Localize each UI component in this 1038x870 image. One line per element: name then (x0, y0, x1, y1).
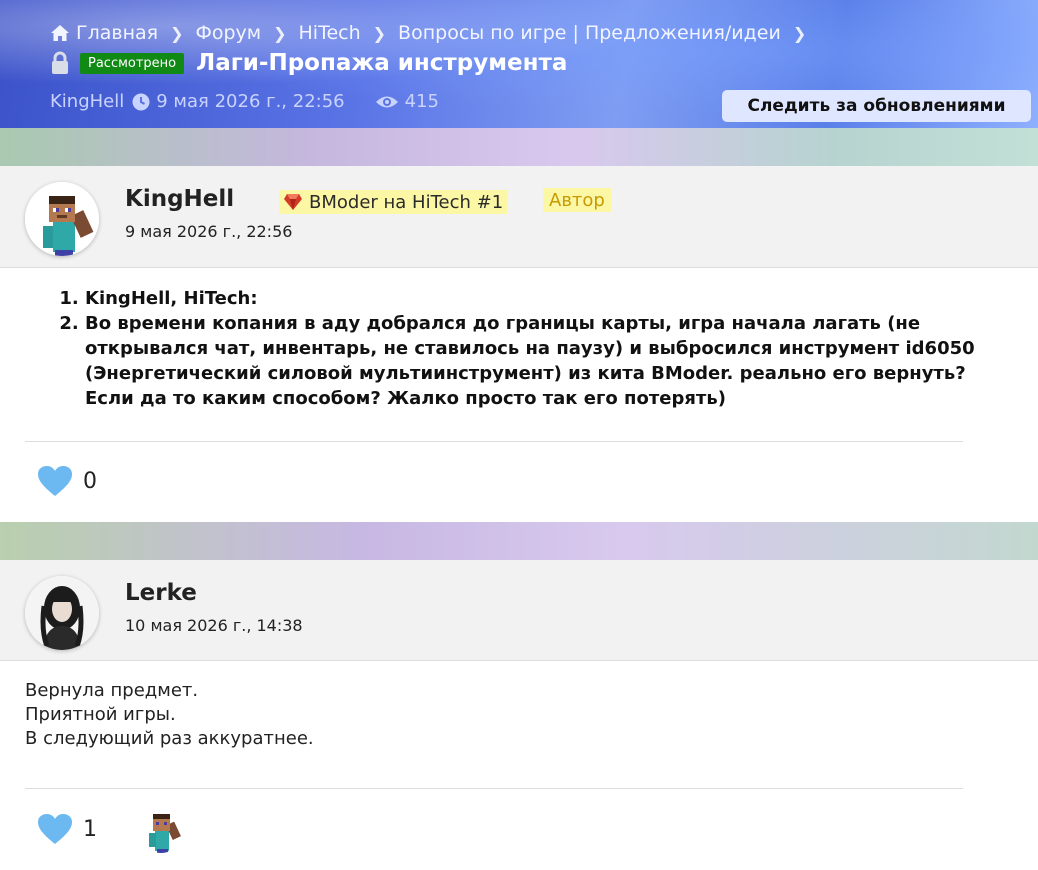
post-header: KingHell BModer на HiTech #1 Автор 9 мая… (0, 166, 1038, 268)
post-text-line: Приятной игры. (25, 704, 176, 725)
rank-badge: BModer на HiTech #1 (279, 190, 508, 214)
page-title: Лаги-Пропажа инструмента (196, 50, 568, 76)
breadcrumb-label: Вопросы по игре | Предложения/идеи (398, 22, 781, 44)
post-date: 9 мая 2026 г., 22:56 (125, 222, 293, 241)
like-row: 0 (37, 465, 97, 497)
post-header: Lerke 10 мая 2026 г., 14:38 (0, 560, 1038, 661)
chevron-right-icon: ❯ (170, 23, 184, 43)
minecraft-steve-avatar-icon (137, 805, 185, 853)
heart-icon[interactable] (37, 813, 73, 845)
thread-author[interactable]: KingHell (50, 91, 124, 112)
thread-date: 9 мая 2026 г., 22:56 (156, 91, 345, 112)
home-icon (51, 25, 69, 41)
follow-button[interactable]: Следить за обновлениями (722, 90, 1031, 122)
eye-icon (375, 96, 398, 107)
rank-label: BModer на HiTech #1 (309, 191, 504, 213)
divider (25, 788, 963, 789)
like-row: 1 (37, 805, 185, 853)
chevron-right-icon: ❯ (273, 23, 287, 43)
status-badge: Рассмотрено (80, 52, 185, 74)
clock-icon (132, 93, 150, 110)
heart-icon[interactable] (37, 465, 73, 497)
post-date: 10 мая 2026 г., 14:38 (125, 616, 303, 635)
gem-icon (284, 194, 302, 210)
like-count: 0 (83, 468, 97, 494)
breadcrumb-section[interactable]: Вопросы по игре | Предложения/идеи ❯ (398, 22, 818, 44)
breadcrumb-home[interactable]: Главная ❯ (50, 22, 195, 44)
post: Lerke 10 мая 2026 г., 14:38 Вернула пред… (0, 560, 1038, 870)
like-count: 1 (83, 816, 97, 842)
post-text-line: Вернула предмет. (25, 680, 199, 701)
post-body: Вернула предмет. Приятной игры. В следую… (0, 661, 1038, 751)
post-text-line: В следующий раз аккуратнее. (25, 728, 314, 749)
avatar[interactable] (25, 576, 99, 650)
title-row: Рассмотрено Лаги-Пропажа инструмента (50, 50, 567, 76)
breadcrumb-label: HiTech (298, 22, 361, 44)
liker-avatar[interactable] (137, 805, 185, 853)
minecraft-steve-avatar-icon (25, 182, 99, 256)
chevron-right-icon: ❯ (792, 23, 807, 43)
breadcrumb: Главная ❯ Форум ❯ HiTech ❯ Вопросы по иг… (50, 22, 818, 44)
thread-header: Главная ❯ Форум ❯ HiTech ❯ Вопросы по иг… (0, 0, 1038, 130)
post-body: KingHell, HiTech: Во времени копания в а… (0, 268, 1038, 411)
author-badge: Автор (543, 188, 611, 212)
user-portrait-icon (25, 576, 99, 650)
post-list: KingHell, HiTech: Во времени копания в а… (85, 286, 1013, 411)
breadcrumb-forum[interactable]: Форум ❯ (195, 22, 298, 44)
lock-icon (52, 51, 68, 74)
decorative-band (0, 522, 1038, 560)
divider (25, 441, 963, 442)
avatar[interactable] (25, 182, 99, 256)
view-count: 415 (404, 91, 439, 112)
thread-meta: KingHell 9 мая 2026 г., 22:56 415 (50, 91, 439, 112)
post: KingHell BModer на HiTech #1 Автор 9 мая… (0, 166, 1038, 523)
list-item: Во времени копания в аду добрался до гра… (85, 311, 1013, 411)
username[interactable]: KingHell (125, 186, 234, 212)
breadcrumb-hitech[interactable]: HiTech ❯ (299, 22, 399, 44)
list-item: KingHell, HiTech: (85, 286, 1013, 311)
decorative-band (0, 128, 1038, 166)
breadcrumb-label: Форум (195, 22, 262, 44)
chevron-right-icon: ❯ (372, 23, 387, 43)
breadcrumb-label: Главная (76, 22, 159, 44)
username[interactable]: Lerke (125, 580, 197, 606)
